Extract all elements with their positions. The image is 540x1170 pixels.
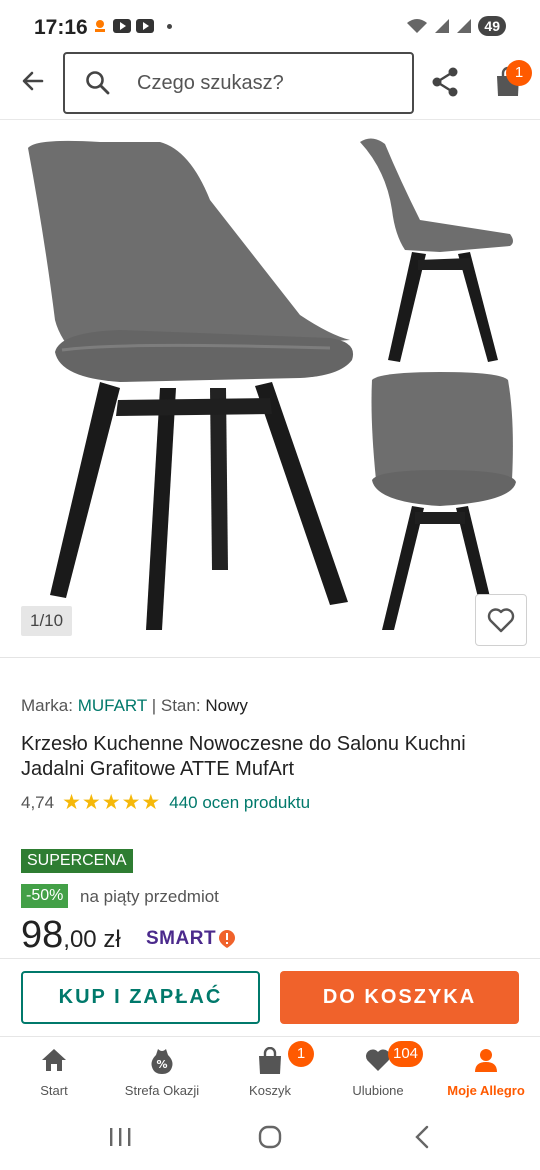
back-chevron-icon[interactable] bbox=[412, 1124, 432, 1150]
nav-label-moje-allegro: Moje Allegro bbox=[447, 1083, 525, 1098]
nav-item-okazje[interactable]: % Strefa Okazji bbox=[108, 1037, 216, 1111]
nav-cart-badge: 1 bbox=[288, 1041, 314, 1067]
favorite-button[interactable] bbox=[475, 594, 527, 646]
cart-count-badge: 1 bbox=[506, 60, 532, 86]
chair-illustration-front bbox=[371, 372, 516, 630]
wifi-icon bbox=[407, 19, 428, 33]
smart-badge[interactable]: SMART bbox=[146, 928, 236, 950]
svg-text:%: % bbox=[156, 1058, 167, 1071]
user-icon bbox=[475, 1049, 497, 1072]
search-input[interactable]: Czego szukasz? bbox=[63, 52, 414, 114]
youtube-icon bbox=[136, 19, 154, 33]
condition-label: Stan: bbox=[160, 696, 201, 715]
status-time: 17:16 bbox=[34, 16, 88, 39]
nav-item-ulubione[interactable]: 104 Ulubione bbox=[324, 1037, 432, 1111]
app-notification-icon bbox=[95, 20, 105, 32]
product-gallery[interactable]: 1/10 bbox=[0, 120, 540, 658]
discount-text: na piąty przedmiot bbox=[80, 887, 219, 906]
price: 98,00 zł bbox=[21, 914, 121, 957]
notification-icons bbox=[92, 18, 172, 34]
chair-illustration-side bbox=[360, 138, 513, 362]
smart-info-icon bbox=[219, 930, 236, 948]
battery-indicator: 49 bbox=[478, 16, 506, 36]
nav-favorites-badge: 104 bbox=[388, 1041, 424, 1067]
product-image-main[interactable] bbox=[0, 120, 540, 658]
heart-icon bbox=[487, 608, 515, 633]
chair-illustration-main bbox=[28, 140, 354, 630]
signal-icon bbox=[435, 19, 450, 33]
nav-item-start[interactable]: Start bbox=[0, 1037, 108, 1111]
system-icons: 49 bbox=[406, 16, 506, 36]
rating-value: 4,74 bbox=[21, 792, 55, 812]
rating-row[interactable]: 4,74 ★★★★★ 440 ocen produktu bbox=[21, 790, 310, 815]
product-title: Krzesło Kuchenne Nowoczesne do Salonu Ku… bbox=[21, 733, 466, 780]
gallery-counter: 1/10 bbox=[21, 606, 73, 636]
action-bar: KUP I ZAPŁAĆ DO KOSZYKA bbox=[0, 958, 540, 1036]
nav-item-koszyk[interactable]: 1 Koszyk bbox=[216, 1037, 324, 1111]
cart-icon bbox=[259, 1047, 281, 1074]
recent-apps-icon[interactable] bbox=[108, 1126, 132, 1148]
brand-label: Marka: bbox=[21, 696, 73, 715]
system-navigation bbox=[0, 1110, 540, 1170]
share-icon[interactable] bbox=[430, 66, 460, 98]
header: Czego szukasz? 1 bbox=[0, 52, 540, 120]
bottom-nav: Start % Strefa Okazji 1 Koszyk 104 Ulubi… bbox=[0, 1036, 540, 1110]
status-bar: 17:16 49 bbox=[0, 0, 540, 52]
reviews-link[interactable]: 440 ocen produktu bbox=[169, 793, 310, 813]
nav-label-start: Start bbox=[40, 1083, 68, 1098]
nav-label-okazje: Strefa Okazji bbox=[124, 1083, 200, 1098]
nav-label-koszyk: Koszyk bbox=[249, 1083, 291, 1098]
buy-now-button[interactable]: KUP I ZAPŁAĆ bbox=[21, 971, 260, 1024]
brand-line: Marka: MUFART | Stan: Nowy bbox=[21, 696, 248, 716]
more-dot-icon bbox=[167, 23, 172, 29]
supercena-badge: SUPERCENA bbox=[21, 849, 133, 873]
separator: | bbox=[151, 696, 157, 715]
discount-badge: -50% bbox=[21, 884, 69, 908]
nav-label-ulubione: Ulubione bbox=[352, 1083, 404, 1098]
percent-bag-icon: % bbox=[151, 1049, 173, 1074]
brand-link[interactable]: MUFART bbox=[78, 696, 147, 715]
price-rest: ,00 zł bbox=[63, 926, 121, 953]
home-icon bbox=[42, 1049, 66, 1071]
condition-value: Nowy bbox=[205, 696, 248, 715]
header-cart-button[interactable]: 1 bbox=[494, 60, 532, 103]
search-placeholder: Czego szukasz? bbox=[137, 72, 284, 94]
signal-icon bbox=[457, 19, 472, 33]
home-circle-icon[interactable] bbox=[258, 1125, 282, 1149]
back-arrow-icon[interactable] bbox=[18, 66, 48, 96]
nav-item-moje-allegro[interactable]: Moje Allegro bbox=[432, 1037, 540, 1111]
search-icon bbox=[86, 71, 110, 95]
youtube-icon bbox=[113, 19, 131, 33]
price-main: 98 bbox=[21, 914, 64, 956]
rating-stars: ★★★★★ bbox=[62, 791, 162, 814]
smart-label: SMART bbox=[146, 928, 217, 949]
add-to-cart-button[interactable]: DO KOSZYKA bbox=[280, 971, 519, 1024]
